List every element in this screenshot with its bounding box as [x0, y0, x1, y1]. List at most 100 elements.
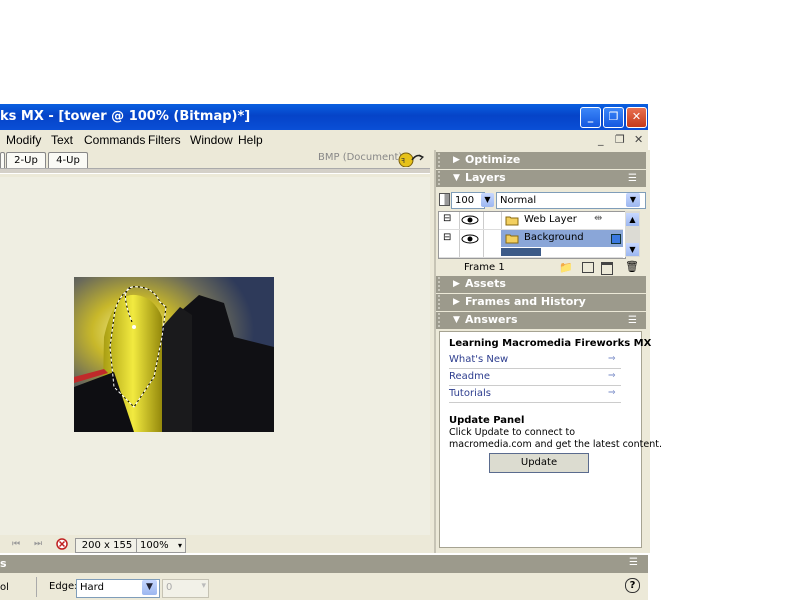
doc-close-button[interactable]: ✕ — [634, 133, 643, 146]
layer-divider — [483, 212, 484, 229]
menu-filters[interactable]: Filters — [148, 133, 181, 147]
minimize-button[interactable]: _ — [580, 107, 601, 128]
trash-icon[interactable]: 🗑 — [625, 260, 639, 273]
property-inspector-options-icon[interactable]: ☰ — [629, 557, 638, 568]
folder-icon — [505, 216, 519, 226]
zoom-select[interactable]: 100% ▾ — [136, 538, 186, 553]
property-inspector-title: s — [0, 557, 7, 570]
layer-row-web[interactable]: ⊟ Web Layer ⇹ — [439, 212, 623, 230]
layer-color-swatch — [611, 234, 621, 244]
answers-options-icon[interactable]: ☰ — [628, 315, 637, 326]
eye-icon[interactable] — [461, 234, 479, 244]
svg-text:ꟻ: ꟻ — [401, 157, 405, 165]
tower-image[interactable] — [74, 277, 274, 432]
expand-arrow-icon: ▶ — [453, 297, 460, 307]
answers-heading: Learning Macromedia Fireworks MX — [449, 338, 652, 349]
update-text-line-2: macromedia.com and get the latest conten… — [449, 439, 662, 450]
restore-button[interactable]: ❐ — [603, 107, 624, 128]
feather-chevron-icon: ▾ — [201, 581, 206, 591]
collapse-arrow-icon: ▼ — [453, 173, 460, 183]
quick-export-icon: ꟻ — [398, 152, 425, 168]
pi-divider — [36, 577, 37, 597]
link-arrow-icon[interactable]: ⇒ — [608, 388, 616, 398]
layer-divider — [459, 230, 460, 257]
layer-name[interactable]: Background — [524, 232, 584, 243]
next-frame-button[interactable]: ⏭ — [34, 539, 42, 549]
layer-divider — [483, 230, 484, 257]
optimize-grip[interactable] — [438, 153, 446, 167]
frames-history-grip[interactable] — [438, 295, 446, 309]
opacity-chevron-icon[interactable]: ▼ — [481, 193, 494, 207]
layers-options-icon[interactable]: ☰ — [628, 173, 637, 184]
layer-expand-toggle[interactable]: ⊟ — [443, 232, 451, 243]
update-button[interactable]: Update — [489, 453, 589, 473]
doc-minimize-button[interactable]: _ — [598, 133, 604, 146]
layer-expand-toggle[interactable]: ⊟ — [443, 213, 451, 224]
object-thumbnail[interactable] — [501, 248, 541, 256]
edge-label: Edge: — [49, 581, 78, 592]
image-size-readout: 200 x 155 — [75, 538, 139, 553]
collapse-arrow-icon: ▼ — [453, 315, 460, 325]
property-inspector-header[interactable] — [0, 555, 648, 573]
new-layer-icon[interactable] — [601, 262, 613, 275]
layer-divider — [459, 212, 460, 229]
tab-partial[interactable] — [0, 152, 5, 168]
document-type-label: BMP (Document) — [318, 152, 403, 163]
scroll-up-icon[interactable]: ▲ — [626, 213, 639, 226]
add-mask-icon[interactable] — [582, 262, 594, 273]
answers-grip[interactable] — [438, 313, 446, 327]
assets-grip[interactable] — [438, 277, 446, 291]
whats-new-link[interactable]: What's New — [449, 354, 621, 369]
scroll-down-icon[interactable]: ▼ — [626, 243, 639, 256]
menu-modify[interactable]: Modify — [6, 133, 41, 147]
opacity-icon — [439, 193, 450, 206]
edge-value: Hard — [80, 582, 104, 593]
answers-title: Answers — [465, 313, 518, 326]
expand-arrow-icon: ▶ — [453, 155, 460, 165]
menu-commands[interactable]: Commands — [84, 133, 145, 147]
tower-photo-graphic — [74, 277, 274, 432]
frames-history-title: Frames and History — [465, 295, 586, 308]
layers-grip[interactable] — [438, 171, 446, 185]
expand-arrow-icon: ▶ — [453, 279, 460, 289]
tool-label: ol — [0, 582, 9, 593]
menu-text[interactable]: Text — [51, 133, 73, 147]
new-sublayer-icon[interactable]: 📁 — [559, 261, 573, 274]
readme-link[interactable]: Readme — [449, 371, 621, 386]
help-button[interactable]: ? — [625, 578, 640, 593]
stop-button[interactable] — [56, 538, 68, 550]
prev-frame-button[interactable]: ⏮ — [12, 539, 20, 549]
tab-2-up[interactable]: 2-Up — [6, 152, 46, 168]
update-panel-heading: Update Panel — [449, 415, 525, 426]
frame-label: Frame 1 — [464, 262, 505, 273]
update-text-line-1: Click Update to connect to — [449, 427, 576, 438]
lock-toggle-icon[interactable]: ⇹ — [594, 213, 602, 224]
window-title: ks MX - [tower @ 100% (Bitmap)*] — [0, 109, 251, 124]
menu-help[interactable]: Help — [238, 133, 263, 147]
layer-name[interactable]: Web Layer — [524, 214, 577, 225]
layer-row-background[interactable]: ⊟ Background — [439, 230, 623, 258]
menu-window[interactable]: Window — [190, 133, 233, 147]
tab-4-up[interactable]: 4-Up — [48, 152, 88, 168]
quick-export-button[interactable]: ꟻ — [397, 151, 425, 168]
folder-open-icon — [505, 234, 519, 244]
doc-toolbar-divider — [0, 168, 430, 174]
link-arrow-icon[interactable]: ⇒ — [608, 371, 616, 381]
tutorials-link[interactable]: Tutorials — [449, 388, 621, 403]
feather-select[interactable]: 0 ▾ — [162, 579, 209, 598]
chevron-down-icon[interactable]: ▼ — [142, 580, 157, 595]
zoom-value: 100% — [140, 540, 169, 551]
eye-icon[interactable] — [461, 215, 479, 225]
close-button[interactable]: ✕ — [626, 107, 647, 128]
link-arrow-icon[interactable]: ⇒ — [608, 354, 616, 364]
assets-title: Assets — [465, 277, 506, 290]
zoom-dropdown-icon: ▾ — [177, 541, 182, 550]
feather-value: 0 — [166, 582, 173, 593]
opacity-field[interactable]: 100 — [451, 192, 485, 209]
doc-restore-button[interactable]: ❐ — [615, 133, 625, 146]
layer-divider — [501, 212, 502, 229]
blend-mode-chevron-icon[interactable]: ▼ — [626, 193, 640, 207]
layers-title: Layers — [465, 171, 506, 184]
optimize-title: Optimize — [465, 153, 521, 166]
blend-mode-select[interactable]: Normal — [496, 192, 646, 209]
